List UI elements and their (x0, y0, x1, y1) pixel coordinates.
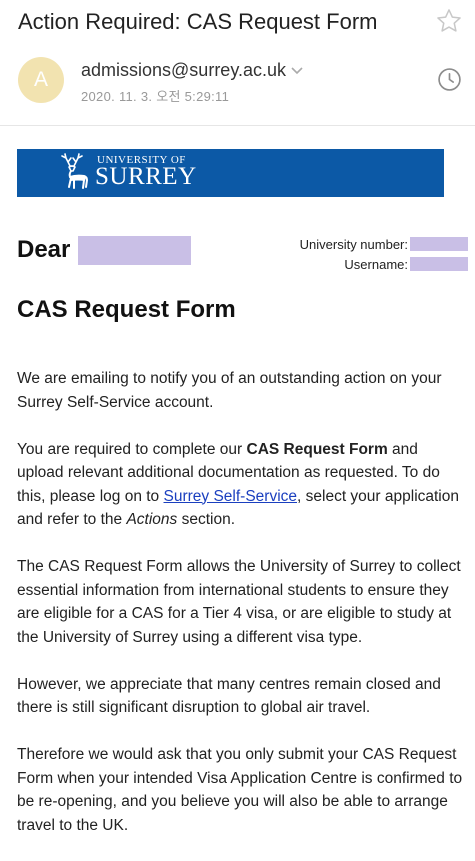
university-number-row: University number: (240, 234, 468, 254)
surrey-self-service-link[interactable]: Surrey Self-Service (164, 488, 298, 505)
sender-address[interactable]: admissions@surrey.ac.uk (81, 60, 304, 81)
p2-bold: CAS Request Form (246, 440, 388, 458)
email-body: We are emailing to notify you of an outs… (17, 367, 463, 861)
avatar[interactable]: A (18, 57, 64, 103)
username-row: Username: (240, 254, 468, 274)
p2-italic: Actions (126, 511, 178, 528)
redacted-name (78, 236, 191, 265)
university-number-label: University number: (299, 236, 408, 252)
university-banner: UNIVERSITY OF SURREY (17, 149, 444, 197)
logo-surrey: SURREY (95, 163, 197, 190)
greeting: Dear (17, 236, 71, 263)
paragraph-2: You are required to complete our CAS Req… (17, 438, 463, 532)
p2-text-d: section. (177, 511, 236, 528)
student-meta: University number: Username: (240, 234, 468, 274)
username-label: Username: (344, 256, 408, 272)
paragraph-4: However, we appreciate that many centres… (17, 675, 441, 717)
form-title: CAS Request Form (17, 296, 236, 323)
email-header: Action Required: CAS Request Form A admi… (0, 0, 475, 126)
chevron-down-icon[interactable] (290, 66, 304, 76)
paragraph-1: We are emailing to notify you of an outs… (17, 370, 442, 411)
star-icon[interactable] (435, 7, 463, 35)
sent-date: 2020. 11. 3. 오전 5:29:11 (81, 89, 230, 104)
redacted-username (410, 257, 468, 271)
paragraph-5: Therefore we would ask that you only sub… (17, 746, 463, 834)
clock-icon[interactable] (437, 67, 462, 92)
email-subject: Action Required: CAS Request Form (18, 9, 378, 34)
paragraph-3: The CAS Request Form allows the Universi… (17, 558, 461, 646)
redacted-university-number (410, 237, 468, 251)
stag-logo (61, 153, 89, 189)
p2-text-a: You are required to complete our (17, 440, 247, 458)
sender-email: admissions@surrey.ac.uk (81, 60, 287, 80)
